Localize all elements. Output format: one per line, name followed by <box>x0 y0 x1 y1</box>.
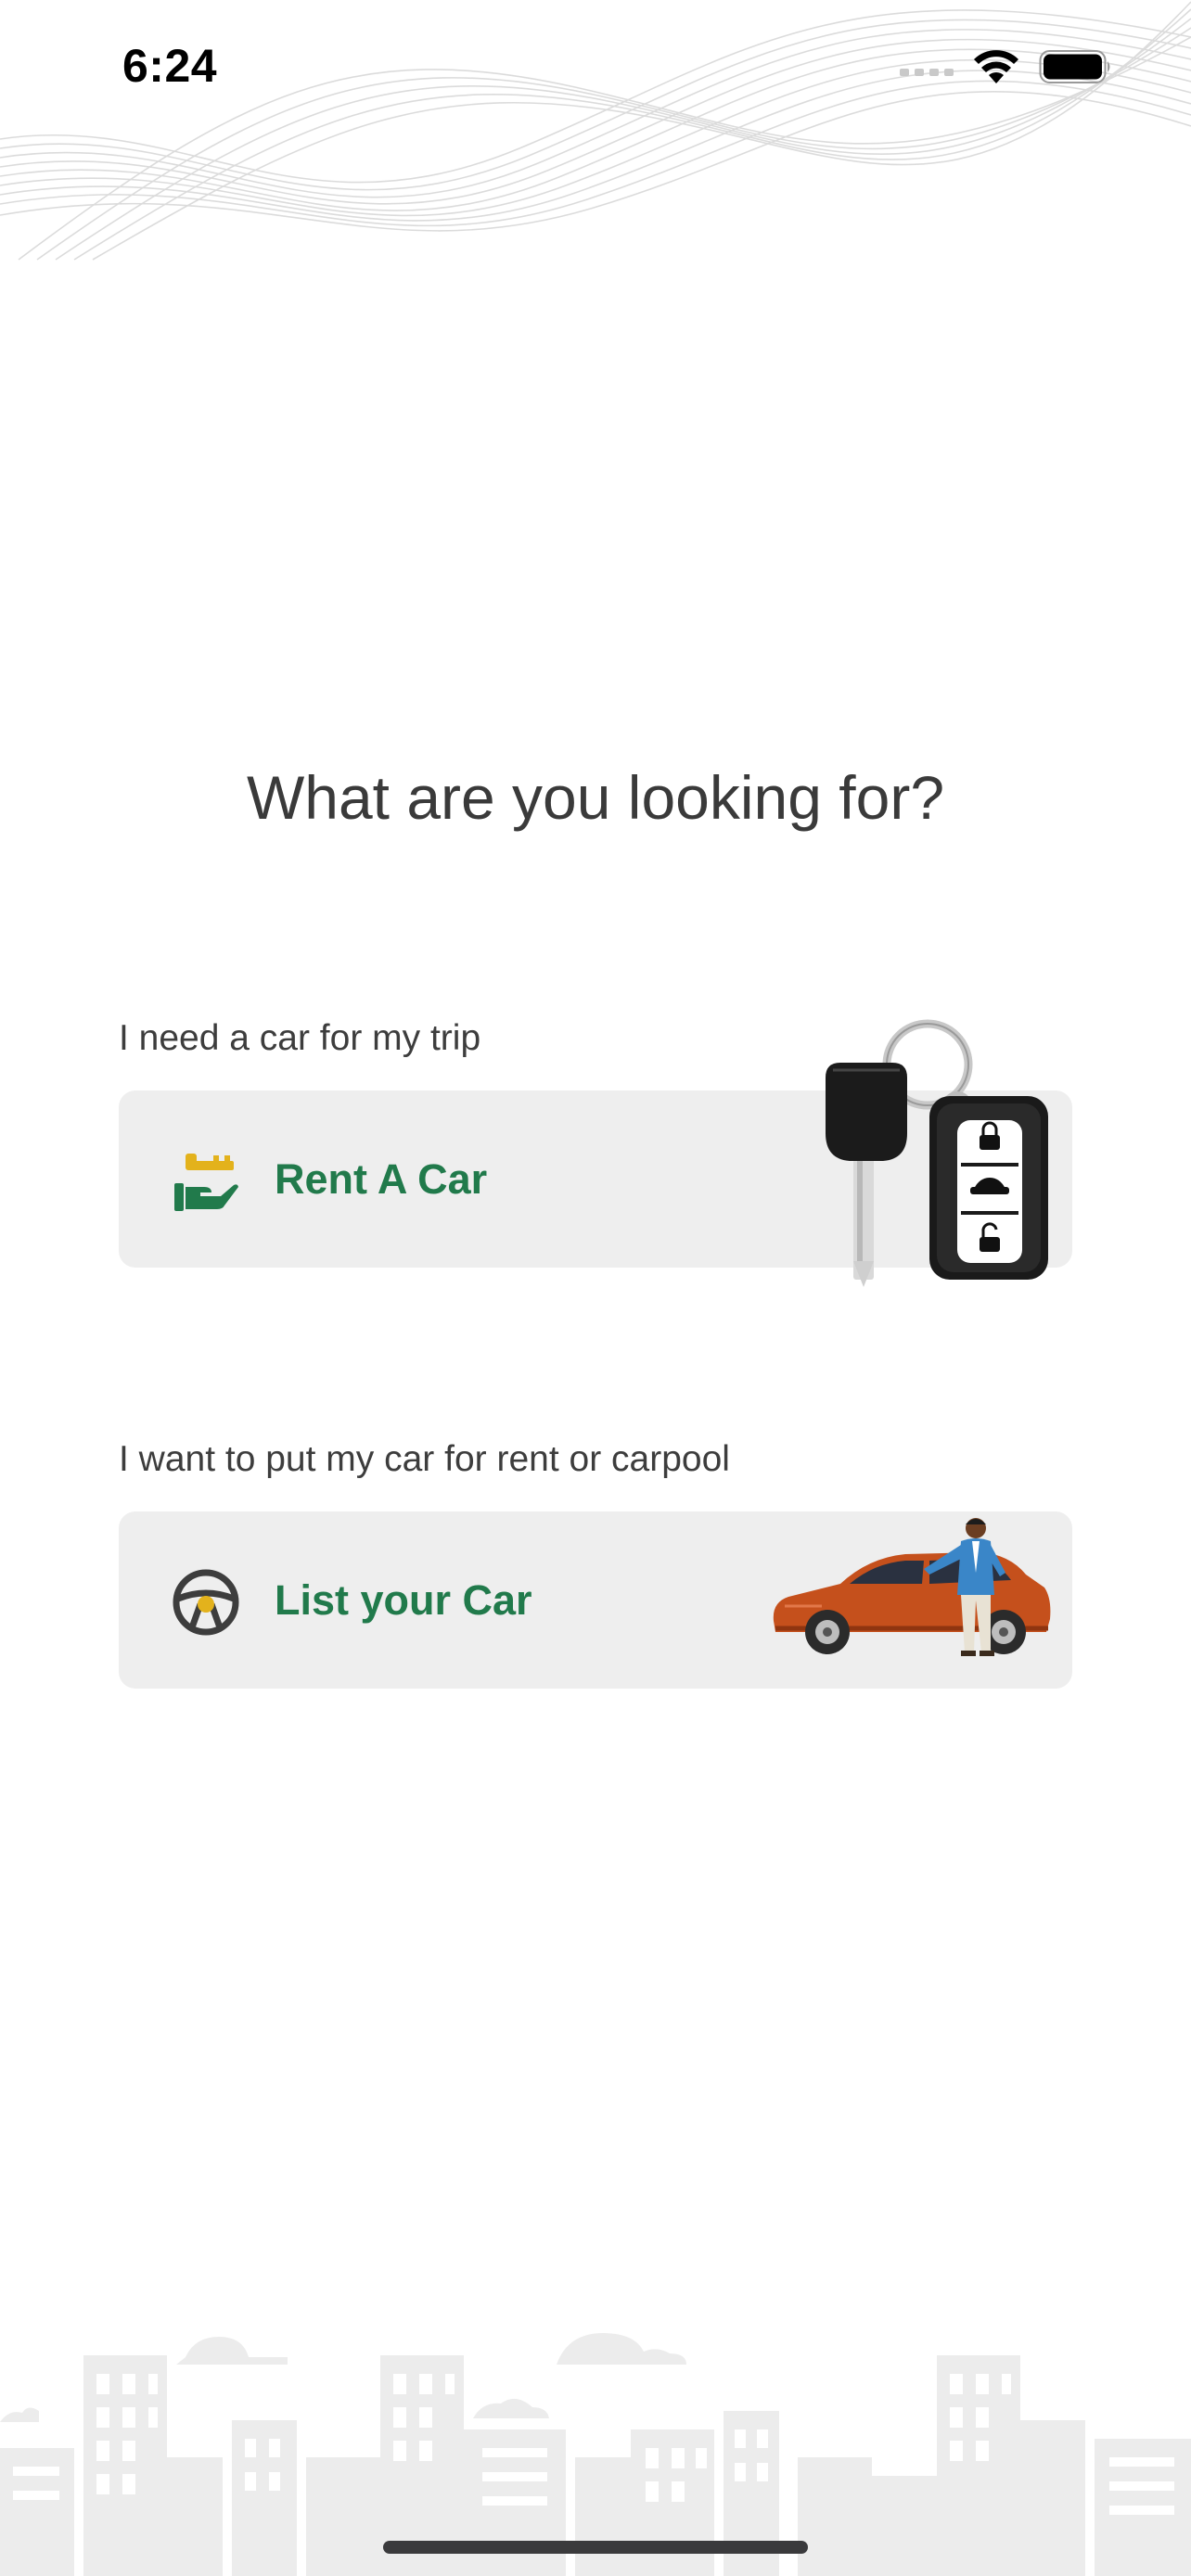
hand-key-icon <box>174 1154 238 1211</box>
car-choice-screen: 6:24 What are you looking for? I need a … <box>0 0 1191 2576</box>
city-skyline-decoration <box>0 2333 1191 2576</box>
man-with-orange-car-illustration <box>773 1518 1051 1656</box>
battery-icon <box>1039 50 1110 83</box>
status-time: 6:24 <box>122 40 218 92</box>
rent-car-caption: I need a car for my trip <box>119 1018 481 1058</box>
wifi-icon <box>974 50 1018 83</box>
page-title: What are you looking for? <box>246 763 945 832</box>
status-bar: 6:24 <box>0 0 1191 139</box>
list-your-car-label: List your Car <box>275 1576 532 1624</box>
steering-wheel-icon <box>173 1569 239 1636</box>
car-key-fob-illustration <box>826 1019 1048 1287</box>
home-indicator[interactable] <box>383 2541 808 2554</box>
list-car-caption: I want to put my car for rent or carpool <box>119 1439 730 1479</box>
cellular-signal-icon <box>900 69 954 76</box>
status-icons <box>900 45 1113 89</box>
rent-a-car-label: Rent A Car <box>275 1155 488 1203</box>
